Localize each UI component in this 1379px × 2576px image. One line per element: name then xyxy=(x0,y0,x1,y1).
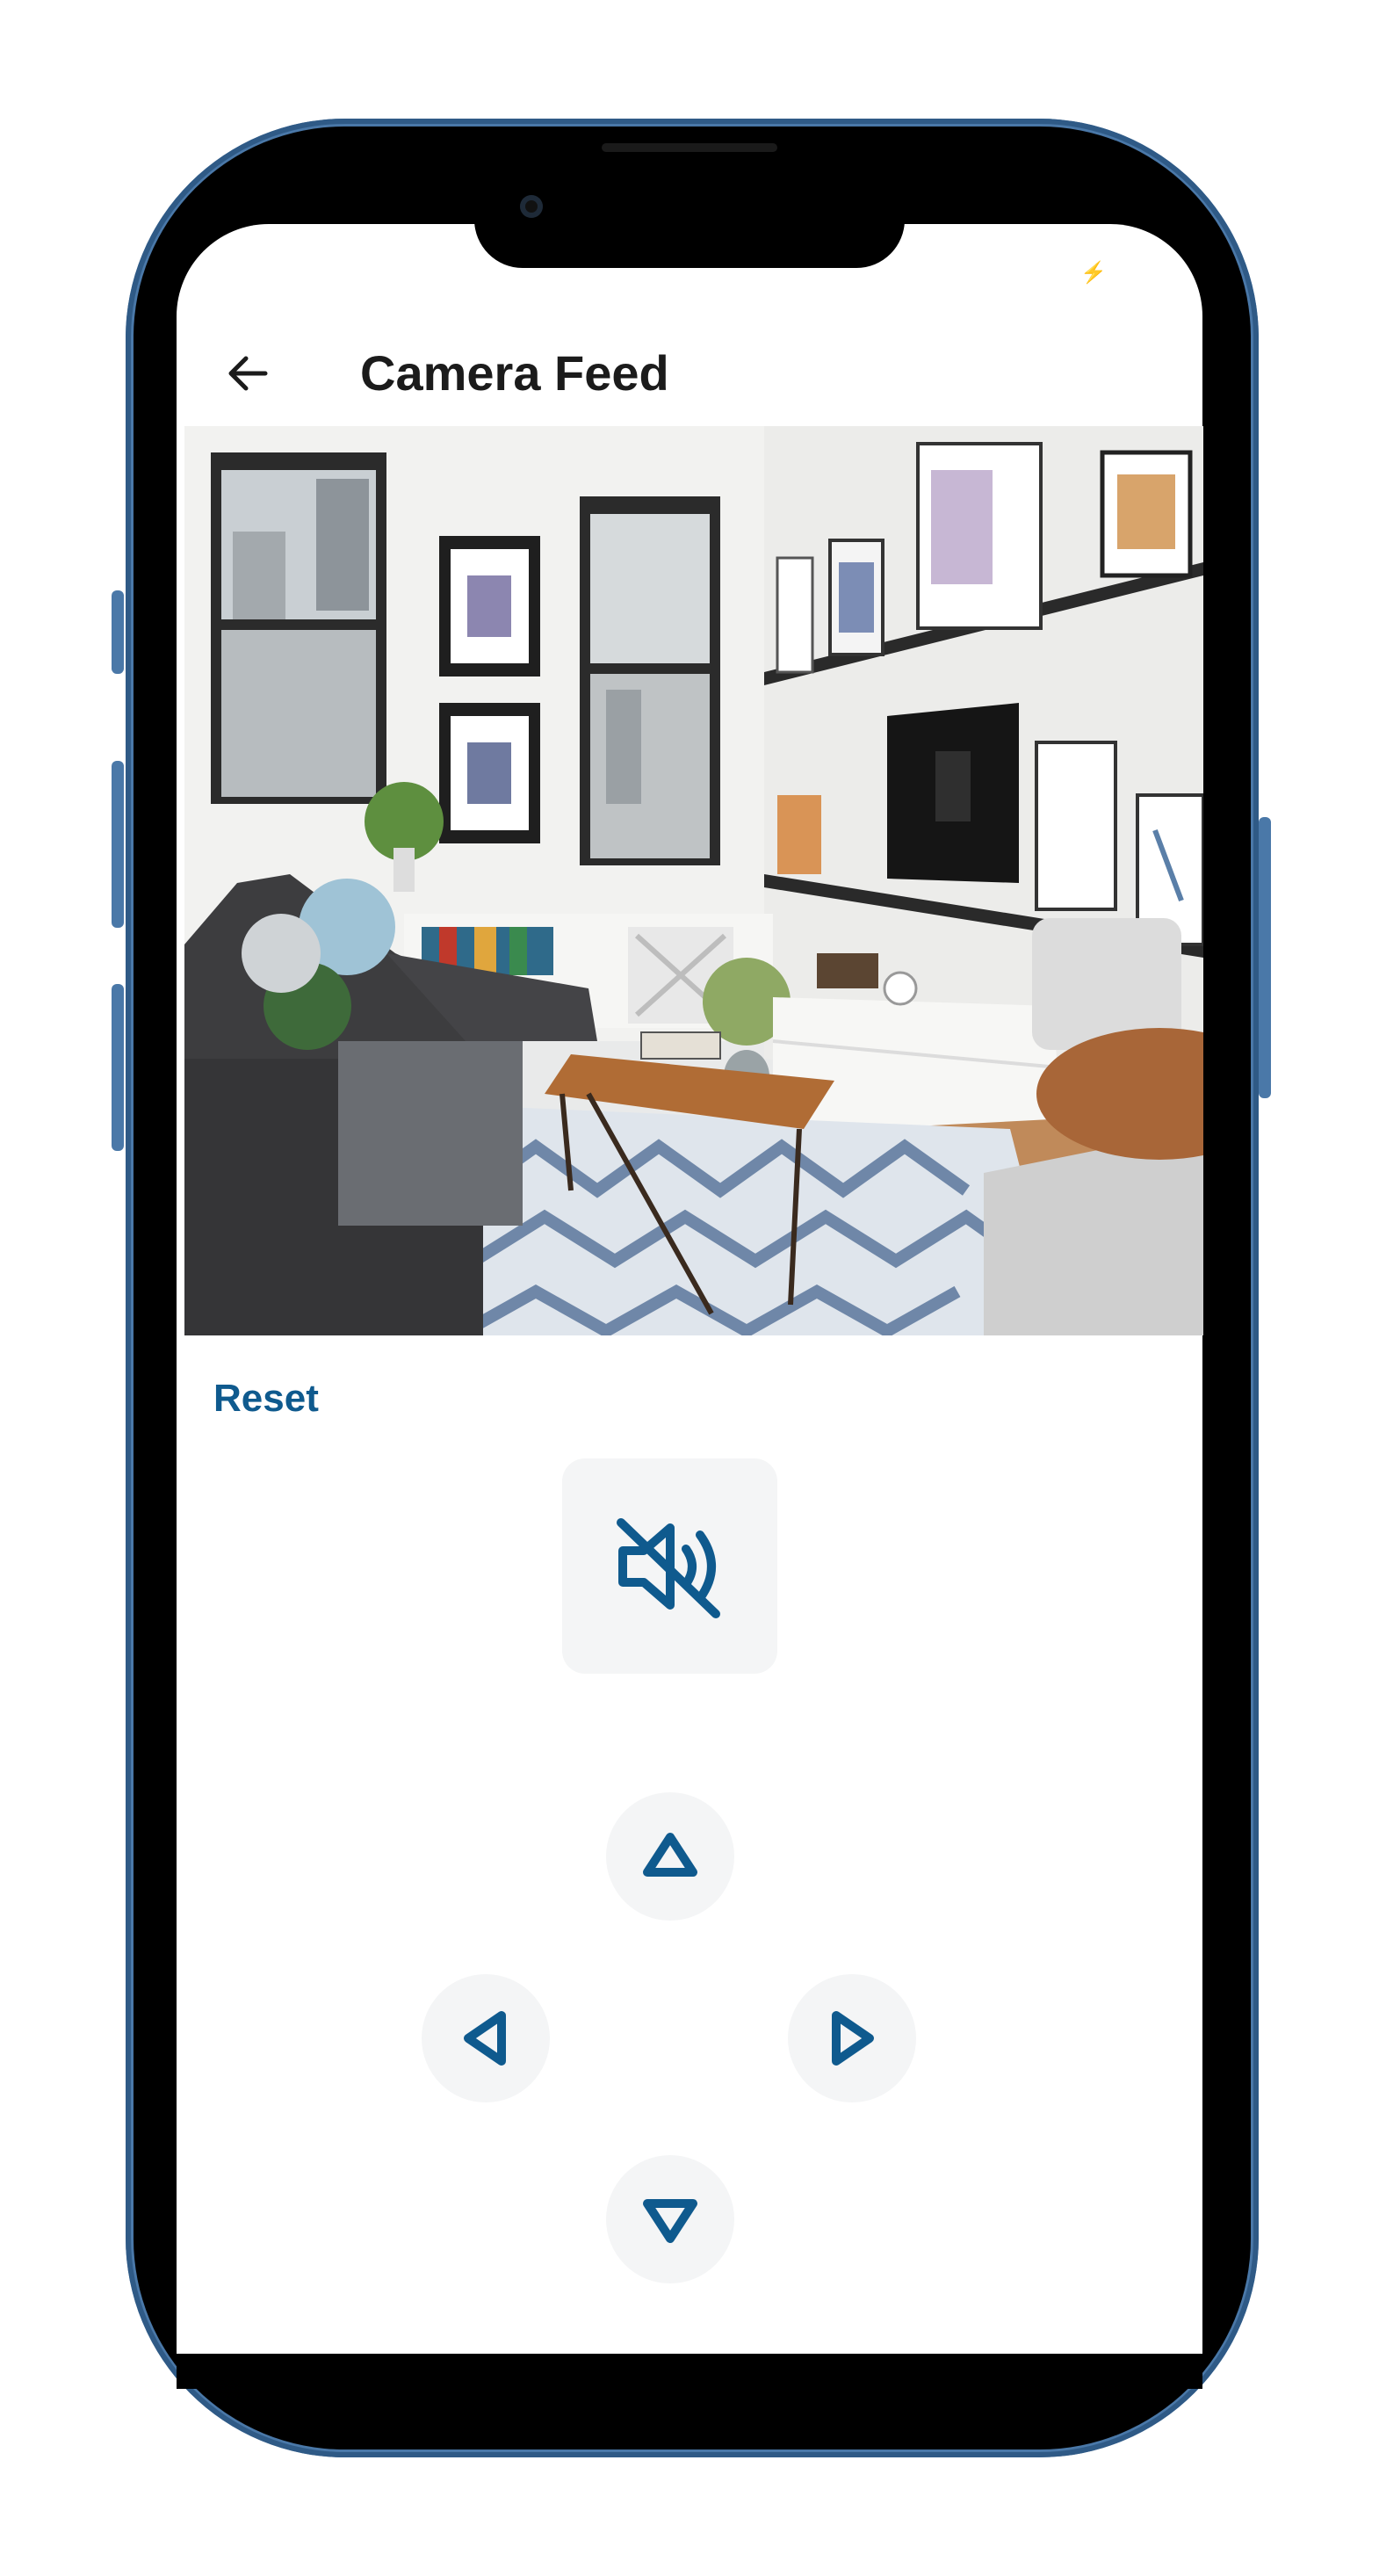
pan-left-button[interactable] xyxy=(422,1974,550,2102)
camera-feed-image xyxy=(184,426,1203,1335)
page-title: Camera Feed xyxy=(360,345,669,401)
side-button-power xyxy=(1259,817,1271,1098)
reset-button[interactable]: Reset xyxy=(213,1377,319,1421)
triangle-up-icon xyxy=(643,1833,697,1877)
back-button[interactable] xyxy=(221,347,274,400)
bottom-bezel xyxy=(177,2354,1202,2389)
arrow-left-icon xyxy=(228,356,268,391)
triangle-right-icon xyxy=(832,2011,874,2066)
side-button-volume-up xyxy=(112,761,124,928)
charging-bolt-icon: ⚡ xyxy=(1080,261,1107,285)
pan-right-button[interactable] xyxy=(788,1974,916,2102)
side-button-volume-down xyxy=(112,984,124,1151)
pan-up-button[interactable] xyxy=(606,1792,734,1921)
speaker-muted-icon xyxy=(616,1517,720,1618)
notch xyxy=(474,220,905,268)
mute-toggle-button[interactable] xyxy=(562,1458,777,1674)
pan-down-button[interactable] xyxy=(606,2155,734,2283)
side-button-action xyxy=(112,590,124,674)
earpiece-speaker xyxy=(602,143,777,152)
front-camera xyxy=(520,195,543,218)
triangle-left-icon xyxy=(464,2011,506,2066)
triangle-down-icon xyxy=(643,2199,697,2243)
